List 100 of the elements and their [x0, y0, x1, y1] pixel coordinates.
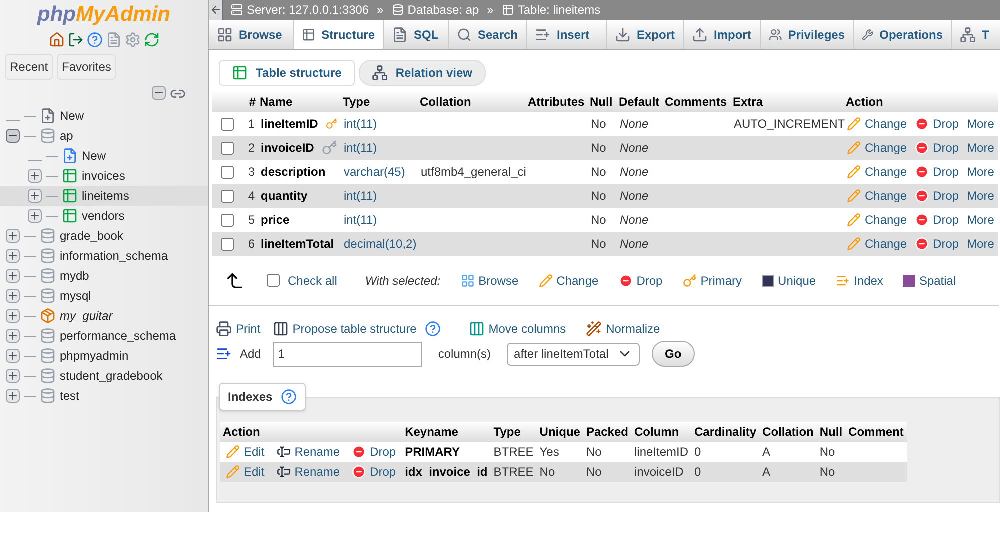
tool-link[interactable]: Normalize: [606, 320, 660, 338]
expand-icon[interactable]: [6, 249, 20, 263]
expand-icon[interactable]: [6, 329, 20, 343]
expand-icon[interactable]: [28, 189, 42, 203]
tab[interactable]: Export: [607, 20, 684, 49]
sub-tab[interactable]: Table structure: [219, 60, 355, 86]
collapse-icon[interactable]: [6, 129, 20, 143]
unique-link[interactable]: Unique: [778, 272, 816, 290]
row-checkbox[interactable]: [220, 214, 234, 228]
change-link[interactable]: Change: [865, 187, 908, 205]
rename-link[interactable]: Rename: [294, 443, 340, 461]
go-button[interactable]: Go: [652, 341, 695, 367]
tree-item[interactable]: New: [82, 147, 106, 165]
pencil-icon: [847, 237, 861, 251]
row-checkbox[interactable]: [220, 166, 234, 180]
more-link[interactable]: More: [967, 235, 994, 253]
breadcrumb-link[interactable]: Server: 127.0.0.1:3306: [247, 1, 370, 19]
change-link[interactable]: Edit: [244, 463, 265, 481]
tab[interactable]: Search: [449, 20, 527, 49]
tab[interactable]: Import: [684, 20, 761, 49]
spatial-link[interactable]: Spatial: [919, 272, 956, 290]
expand-icon[interactable]: [6, 229, 20, 243]
drop-link[interactable]: Drop: [370, 443, 396, 461]
expand-icon[interactable]: [6, 389, 20, 403]
change-link[interactable]: Change: [865, 115, 908, 133]
drop-link[interactable]: Drop: [636, 272, 663, 290]
exit-icon[interactable]: [68, 32, 84, 48]
tree-item[interactable]: mydb: [60, 267, 90, 285]
expand-icon[interactable]: [6, 349, 20, 363]
tree-item[interactable]: phpmyadmin: [60, 347, 129, 365]
tab[interactable]: Privileges: [761, 20, 854, 49]
tab[interactable]: Operations: [854, 20, 952, 49]
home-icon[interactable]: [48, 32, 64, 48]
sub-tab[interactable]: Relation view: [358, 60, 486, 86]
tree-item[interactable]: invoices: [82, 167, 126, 185]
tree-item[interactable]: test: [60, 387, 80, 405]
column-count-field[interactable]: 1: [273, 342, 422, 366]
row-checkbox[interactable]: [220, 142, 234, 156]
collapse-all-icon[interactable]: [152, 86, 166, 100]
tool-link[interactable]: Print: [236, 320, 261, 338]
change-link[interactable]: Change: [865, 139, 908, 157]
tree-item[interactable]: my_guitar: [60, 307, 113, 325]
sidebar-tab[interactable]: Favorites: [57, 54, 116, 80]
drop-link[interactable]: Drop: [933, 115, 960, 133]
position-select[interactable]: after lineItemTotal: [507, 342, 640, 366]
tree-item[interactable]: performance_schema: [60, 327, 176, 345]
expand-icon[interactable]: [28, 169, 42, 183]
drop-link[interactable]: Drop: [933, 187, 960, 205]
expand-icon[interactable]: [6, 289, 20, 303]
more-link[interactable]: More: [967, 187, 994, 205]
row-checkbox[interactable]: [220, 190, 234, 204]
column-header: Name: [258, 91, 341, 112]
tab[interactable]: T: [952, 20, 1000, 49]
index-link[interactable]: Index: [854, 272, 884, 290]
more-link[interactable]: More: [967, 115, 994, 133]
expand-icon[interactable]: [6, 369, 20, 383]
table-cell: int(11): [344, 213, 378, 227]
tab[interactable]: Structure: [294, 20, 384, 49]
drop-link[interactable]: Drop: [370, 463, 396, 481]
change-link[interactable]: Edit: [244, 443, 265, 461]
tree-item[interactable]: student_gradebook: [60, 367, 163, 385]
reload-icon[interactable]: [144, 32, 160, 48]
tab[interactable]: Insert: [527, 20, 607, 49]
row-checkbox[interactable]: [220, 118, 234, 132]
more-link[interactable]: More: [967, 139, 994, 157]
check-all-label[interactable]: Check all: [288, 272, 338, 290]
browse-link[interactable]: Browse: [478, 272, 519, 290]
drop-link[interactable]: Drop: [933, 163, 960, 181]
primary-link[interactable]: Primary: [700, 272, 742, 290]
change-link[interactable]: Change: [865, 211, 908, 229]
drop-link[interactable]: Drop: [933, 235, 960, 253]
check-all-checkbox[interactable]: [267, 274, 280, 287]
sidebar-tab[interactable]: Recent: [5, 54, 54, 80]
rename-link[interactable]: Rename: [294, 463, 340, 481]
expand-icon[interactable]: [28, 209, 42, 223]
row-checkbox[interactable]: [220, 238, 234, 252]
drop-link[interactable]: Drop: [933, 211, 960, 229]
breadcrumb-link[interactable]: Database: ap: [408, 1, 480, 19]
tab[interactable]: SQL: [384, 20, 449, 49]
tree-item[interactable]: ap: [60, 127, 74, 145]
help-icon[interactable]: [86, 32, 102, 48]
tree-item[interactable]: information_schema: [60, 247, 168, 265]
tool-link[interactable]: Move columns: [488, 320, 566, 338]
tree-item[interactable]: vendors: [82, 207, 125, 225]
breadcrumb-link[interactable]: Table: lineitems: [518, 1, 601, 19]
drop-link[interactable]: Drop: [933, 139, 960, 157]
expand-icon[interactable]: [6, 269, 20, 283]
change-link[interactable]: Change: [865, 235, 908, 253]
change-link[interactable]: Change: [865, 163, 908, 181]
change-link[interactable]: Change: [556, 272, 599, 290]
tool-link[interactable]: Propose table structure: [292, 320, 417, 338]
tree-item[interactable]: mysql: [60, 287, 92, 305]
back-icon[interactable]: [210, 4, 222, 16]
tree-item[interactable]: grade_book: [60, 227, 124, 245]
help-icon[interactable]: [424, 321, 441, 337]
more-link[interactable]: More: [967, 211, 994, 229]
more-link[interactable]: More: [967, 163, 994, 181]
expand-icon[interactable]: [6, 309, 20, 323]
tree-item[interactable]: New: [60, 107, 84, 125]
help-icon[interactable]: [280, 389, 297, 405]
